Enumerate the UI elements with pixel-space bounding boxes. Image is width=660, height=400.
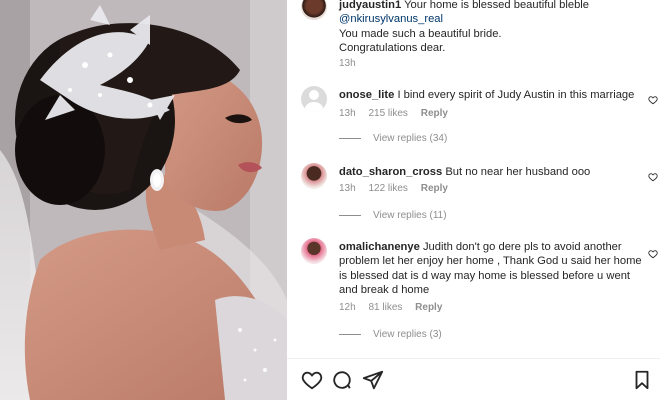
comment-line: Congratulations dear. bbox=[339, 42, 446, 55]
heart-icon[interactable] bbox=[301, 369, 323, 391]
comment-meta: 12h 81 likes Reply bbox=[339, 302, 452, 313]
avatar[interactable] bbox=[301, 163, 327, 189]
like-comment-heart-icon[interactable] bbox=[648, 92, 658, 105]
reply-button[interactable]: Reply bbox=[421, 183, 448, 194]
comment-meta: 13h 215 likes Reply bbox=[339, 108, 458, 119]
divider-line bbox=[339, 334, 361, 335]
comment-body: But no near her husband ooo bbox=[445, 166, 591, 178]
comment-likes[interactable]: 215 likes bbox=[368, 108, 407, 119]
divider-line bbox=[339, 138, 361, 139]
like-comment-heart-icon[interactable] bbox=[648, 169, 658, 182]
view-replies-button[interactable]: View replies (34) bbox=[339, 133, 447, 144]
divider-line bbox=[339, 215, 361, 216]
post-action-bar bbox=[301, 369, 660, 393]
comment-text: judyaustin1 Your home is blessed beautif… bbox=[339, 0, 639, 56]
comment-time: 13h bbox=[339, 183, 356, 194]
comment-time: 13h bbox=[339, 58, 356, 69]
view-replies-label: View replies (3) bbox=[373, 329, 442, 340]
comment-text: onose_lite I bind every spirit of Judy A… bbox=[339, 88, 639, 102]
comment-username[interactable]: omalichanenye bbox=[339, 241, 420, 253]
like-comment-heart-icon[interactable] bbox=[648, 246, 658, 259]
comment-meta: 13h 122 likes Reply bbox=[339, 183, 458, 194]
avatar[interactable] bbox=[301, 86, 327, 112]
comment-likes[interactable]: 81 likes bbox=[368, 302, 402, 313]
comment-username[interactable]: judyaustin1 bbox=[339, 0, 401, 11]
comment-body: Your home is blessed beautiful bleble bbox=[404, 0, 590, 11]
comment-likes[interactable]: 122 likes bbox=[368, 183, 407, 194]
post-photo bbox=[0, 0, 287, 400]
share-icon[interactable] bbox=[362, 369, 384, 391]
comment-text: omalichanenye Judith don't go dere pls t… bbox=[339, 240, 644, 298]
comment-username[interactable]: onose_lite bbox=[339, 89, 394, 101]
comment-username[interactable]: dato_sharon_cross bbox=[339, 166, 442, 178]
comment-text: dato_sharon_cross But no near her husban… bbox=[339, 165, 639, 179]
comment-body: I bind every spirit of Judy Austin in th… bbox=[397, 89, 635, 101]
view-replies-label: View replies (34) bbox=[373, 133, 448, 144]
mention-link[interactable]: @nkirusylvanus_real bbox=[339, 13, 443, 25]
comment-time: 12h bbox=[339, 302, 356, 313]
comment-time: 13h bbox=[339, 108, 356, 119]
comment-icon[interactable] bbox=[331, 369, 353, 391]
bookmark-icon[interactable] bbox=[631, 369, 653, 391]
comment-meta: 13h bbox=[339, 58, 366, 69]
actions-divider bbox=[287, 358, 660, 359]
reply-button[interactable]: Reply bbox=[415, 302, 442, 313]
bride-photo-illustration bbox=[0, 0, 287, 400]
avatar[interactable] bbox=[301, 238, 327, 264]
comments-panel: judyaustin1 Your home is blessed beautif… bbox=[287, 0, 660, 400]
avatar[interactable] bbox=[301, 0, 327, 20]
comment-line: You made such a beautiful bride. bbox=[339, 27, 502, 40]
view-replies-button[interactable]: View replies (3) bbox=[339, 329, 442, 340]
view-replies-button[interactable]: View replies (11) bbox=[339, 210, 447, 221]
reply-button[interactable]: Reply bbox=[421, 108, 448, 119]
view-replies-label: View replies (11) bbox=[373, 210, 447, 221]
